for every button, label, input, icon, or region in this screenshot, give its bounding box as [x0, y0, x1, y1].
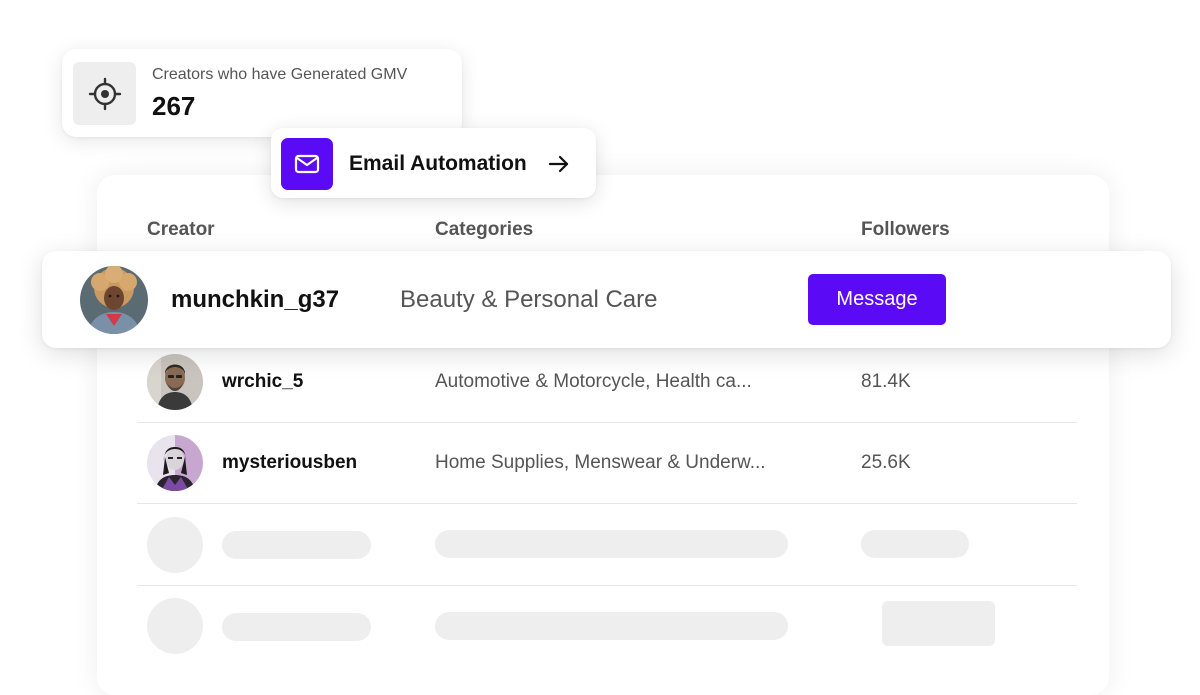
stat-label: Creators who have Generated GMV — [152, 66, 408, 83]
row-divider — [137, 585, 1077, 586]
row-handle[interactable]: mysteriousben — [222, 452, 357, 474]
avatar — [80, 266, 148, 334]
stat-value: 267 — [152, 91, 196, 121]
row-divider — [137, 422, 1077, 423]
skeleton-followers — [861, 530, 969, 558]
column-header-categories: Categories — [435, 219, 534, 240]
arrow-right-icon[interactable] — [547, 152, 571, 176]
row-followers: 25.6K — [861, 452, 911, 473]
skeleton-handle — [222, 531, 371, 559]
row-handle[interactable]: wrchic_5 — [222, 371, 303, 393]
row-divider — [137, 503, 1077, 504]
email-automation-label[interactable]: Email Automation — [349, 152, 527, 176]
row-followers: 81.4K — [861, 371, 911, 392]
highlighted-handle[interactable]: munchkin_g37 — [171, 286, 339, 314]
column-header-followers: Followers — [861, 219, 950, 240]
skeleton-handle — [222, 613, 371, 641]
skeleton-category — [435, 530, 788, 558]
avatar — [147, 354, 203, 410]
column-header-creator: Creator — [147, 219, 215, 240]
skeleton-followers — [882, 601, 995, 646]
crosshair-icon — [73, 62, 136, 125]
message-button[interactable]: Message — [808, 274, 946, 325]
skeleton-avatar — [147, 517, 203, 573]
row-category: Home Supplies, Menswear & Underw... — [435, 452, 766, 473]
highlighted-category: Beauty & Personal Care — [400, 286, 658, 313]
skeleton-category — [435, 612, 788, 640]
avatar — [147, 435, 203, 491]
row-category: Automotive & Motorcycle, Health ca... — [435, 371, 752, 392]
mail-icon — [281, 138, 333, 190]
